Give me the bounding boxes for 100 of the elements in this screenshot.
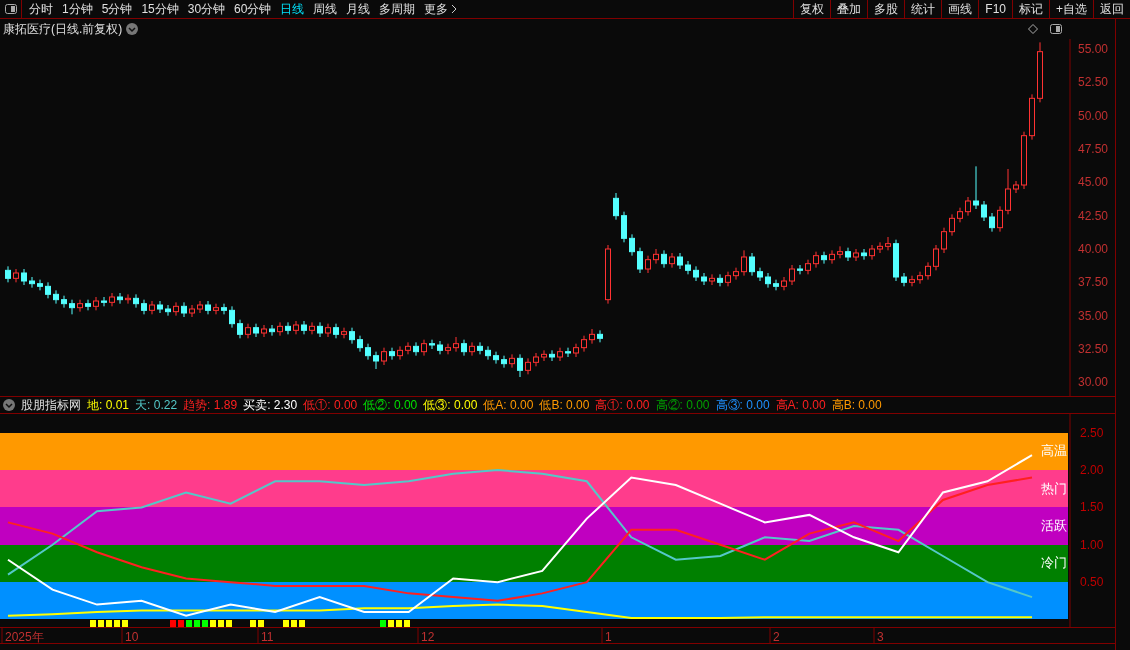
toolbar-button[interactable]: 统计 xyxy=(904,0,942,18)
candle xyxy=(445,343,451,355)
candle xyxy=(341,327,347,339)
period-tab[interactable]: 月线 xyxy=(346,0,371,18)
candle xyxy=(381,347,387,366)
panel-toggle-icon[interactable] xyxy=(4,4,17,14)
price-axis-label: 30.00 xyxy=(1078,375,1109,390)
candle xyxy=(293,320,299,335)
candle xyxy=(373,351,379,370)
candle xyxy=(333,323,339,339)
candle xyxy=(85,299,91,311)
period-tab[interactable]: 分时 xyxy=(29,0,53,18)
candle xyxy=(13,268,19,283)
period-tab[interactable]: 60分钟 xyxy=(234,0,272,18)
price-axis-label: 42.50 xyxy=(1078,208,1109,223)
candle xyxy=(733,267,739,281)
indicator-value: 趋势: 1.89 xyxy=(183,397,238,414)
candle xyxy=(493,351,499,365)
candle xyxy=(1029,93,1035,141)
candle xyxy=(901,272,907,287)
candle xyxy=(869,244,875,261)
indicator-value: 高B: 0.00 xyxy=(831,397,882,414)
price-axis-label: 37.50 xyxy=(1078,275,1109,290)
period-tab[interactable]: 30分钟 xyxy=(187,0,226,18)
panel-toggle-icon[interactable] xyxy=(1050,24,1062,34)
candle xyxy=(397,345,403,361)
candle xyxy=(221,303,227,315)
candle xyxy=(253,323,259,338)
toolbar-button[interactable]: +自选 xyxy=(1049,0,1093,18)
candle xyxy=(661,249,667,269)
candle xyxy=(173,301,179,317)
chevron-down-icon[interactable] xyxy=(3,399,15,411)
indicator-value: 高①: 0.00 xyxy=(595,397,650,414)
candle xyxy=(189,304,195,318)
candle xyxy=(853,248,859,262)
period-tab[interactable]: 15分钟 xyxy=(141,0,179,18)
candle xyxy=(109,292,115,307)
candle xyxy=(549,349,555,362)
candle xyxy=(957,207,963,223)
indicator-name: 股朋指标网 xyxy=(21,397,81,414)
price-axis-label: 50.00 xyxy=(1078,108,1109,123)
candle xyxy=(645,255,651,274)
candle xyxy=(485,345,491,361)
candle xyxy=(573,343,579,358)
candle xyxy=(229,305,235,329)
chevron-right-icon xyxy=(451,4,458,14)
candle xyxy=(325,323,331,338)
candle xyxy=(69,299,75,315)
toolbar-button[interactable]: 画线 xyxy=(941,0,979,18)
indicator-value: 天: 0.22 xyxy=(135,397,178,414)
candle xyxy=(277,321,283,337)
candle xyxy=(677,252,683,270)
toolbar-button[interactable]: 标记 xyxy=(1012,0,1049,18)
chevron-down-icon[interactable] xyxy=(126,23,139,35)
candle xyxy=(437,340,443,355)
candle xyxy=(317,321,323,338)
period-tab[interactable]: 周线 xyxy=(313,0,338,18)
toolbar-button[interactable]: 返回 xyxy=(1093,0,1130,18)
toolbar-button[interactable]: 多股 xyxy=(867,0,905,18)
diamond-icon[interactable] xyxy=(1028,24,1038,34)
candle xyxy=(981,200,987,222)
period-tab[interactable]: 多周期 xyxy=(379,0,416,18)
toolbar-button[interactable]: 叠加 xyxy=(830,0,868,18)
candle xyxy=(93,296,99,311)
candle xyxy=(461,339,467,357)
candle xyxy=(37,279,43,291)
candle xyxy=(965,196,971,217)
candle xyxy=(5,265,11,283)
period-tab[interactable]: 日线 xyxy=(280,0,305,18)
candle xyxy=(501,355,507,369)
candle xyxy=(789,264,795,286)
period-tab[interactable]: 更多 xyxy=(424,0,458,18)
candle xyxy=(701,272,707,286)
date-axis-label: 12 xyxy=(421,630,435,644)
indicator-value: 高A: 0.00 xyxy=(775,397,826,414)
candle xyxy=(301,320,307,335)
period-tab[interactable]: 5分钟 xyxy=(101,0,133,18)
period-tab[interactable]: 1分钟 xyxy=(62,0,93,18)
toolbar-button[interactable]: 复权 xyxy=(793,0,831,18)
candle xyxy=(837,245,843,259)
candle xyxy=(453,336,459,353)
candle xyxy=(261,324,267,338)
candle xyxy=(989,212,995,233)
candle xyxy=(805,259,811,275)
price-axis-label: 45.00 xyxy=(1078,175,1109,190)
candle xyxy=(813,251,819,269)
price-axis-label: 55.00 xyxy=(1078,42,1109,56)
indicator-value: 低②: 0.00 xyxy=(363,397,418,414)
candle xyxy=(509,353,515,369)
indicator-value: 低③: 0.00 xyxy=(423,397,478,414)
candle xyxy=(157,300,163,314)
indicator-value: 高②: 0.00 xyxy=(655,397,710,414)
candle xyxy=(1005,168,1011,215)
candle xyxy=(909,275,915,287)
candle xyxy=(821,251,827,265)
price-axis-label: 40.00 xyxy=(1078,242,1109,256)
candle xyxy=(621,211,627,243)
indicator-value: 低B: 0.00 xyxy=(539,397,590,414)
candle xyxy=(213,303,219,315)
toolbar-button[interactable]: F10 xyxy=(978,0,1012,18)
